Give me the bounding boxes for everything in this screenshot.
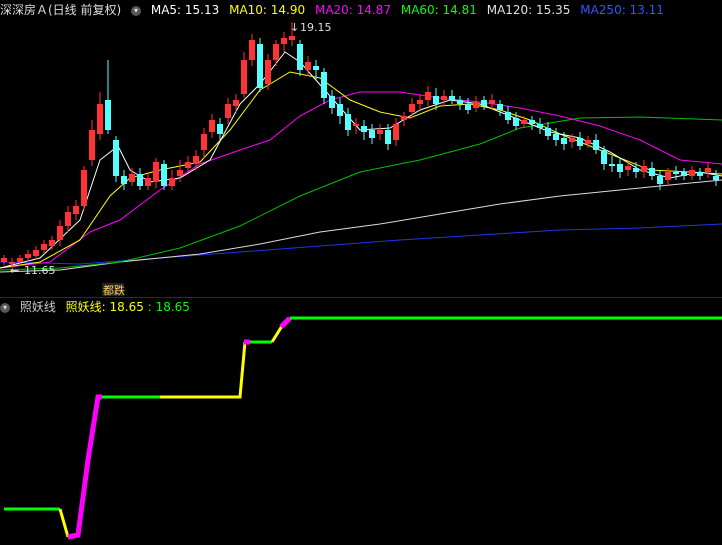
ma120-line <box>0 179 722 273</box>
candlestick <box>33 246 39 260</box>
indicator-line-magenta-3 <box>279 316 292 329</box>
candlestick <box>393 118 399 146</box>
candlestick <box>705 162 711 178</box>
candlestick <box>537 118 543 134</box>
candlestick <box>137 168 143 190</box>
candlestick <box>353 118 359 134</box>
candlestick <box>337 98 343 124</box>
kline-chart[interactable]: ↓ 19.15 ← 11.65 都跌 <box>0 0 722 545</box>
candlestick <box>545 122 551 140</box>
candlestick <box>377 124 383 140</box>
ma250-line <box>0 223 722 265</box>
candlestick <box>73 200 79 220</box>
candlestick <box>273 40 279 66</box>
candlestick <box>657 170 663 190</box>
candlestick <box>609 156 615 172</box>
candlestick <box>481 96 487 110</box>
candlestick <box>329 90 335 114</box>
candlestick <box>241 52 247 98</box>
candlestick <box>121 170 127 190</box>
candlestick <box>89 120 95 166</box>
candlestick <box>409 98 415 118</box>
indicator-line-yellow-1 <box>58 508 70 538</box>
candlestick <box>361 120 367 140</box>
low-arrow-icon: ← <box>10 264 19 277</box>
candlestick <box>169 170 175 190</box>
candlestick <box>505 106 511 124</box>
candlestick <box>201 128 207 158</box>
candlestick <box>689 166 695 180</box>
candlestick <box>225 98 231 124</box>
candlestick <box>49 236 55 250</box>
candlestick <box>297 40 303 76</box>
candlestick <box>185 156 191 172</box>
candlestick <box>81 166 87 210</box>
low-price-label: 11.65 <box>24 264 56 277</box>
candlestick <box>601 146 607 170</box>
candlestick <box>593 134 599 154</box>
high-price-label: 19.15 <box>300 21 332 34</box>
candlestick <box>473 96 479 112</box>
candlestick <box>265 54 271 90</box>
candlestick <box>321 68 327 104</box>
candlestick <box>1 255 7 265</box>
candlestick <box>249 34 255 66</box>
indicator-line-yellow-3 <box>270 325 284 343</box>
candlestick <box>233 94 239 112</box>
ma60-line <box>0 116 722 271</box>
indicator-line-magenta-1 <box>67 394 102 540</box>
candlestick <box>105 60 111 134</box>
candlestick <box>713 170 719 186</box>
candlestick <box>145 172 151 190</box>
candlestick <box>681 168 687 180</box>
candlestick <box>449 90 455 104</box>
candlestick <box>129 168 135 186</box>
candlestick <box>113 136 119 182</box>
signal-badge[interactable]: 都跌 <box>103 283 125 297</box>
candlestick <box>97 92 103 140</box>
candlestick <box>65 206 71 232</box>
candlestick <box>57 220 63 246</box>
high-arrow-icon: ↓ <box>290 21 299 34</box>
candlestick <box>633 162 639 178</box>
candlestick <box>673 166 679 180</box>
candlestick <box>457 96 463 110</box>
candlestick <box>697 168 703 180</box>
candlestick <box>417 94 423 110</box>
candlestick <box>577 132 583 150</box>
candlestick <box>529 116 535 130</box>
candlestick <box>161 160 167 190</box>
candlestick <box>369 124 375 144</box>
candlestick <box>401 112 407 126</box>
indicator-line-yellow-2 <box>160 341 247 399</box>
candlestick <box>281 32 287 52</box>
candlestick <box>209 114 215 138</box>
candlestick <box>425 86 431 106</box>
candlestick <box>641 160 647 178</box>
candlestick <box>441 90 447 106</box>
candlestick <box>497 100 503 116</box>
candlestick <box>617 158 623 178</box>
candlestick <box>345 108 351 136</box>
candlestick <box>257 38 263 92</box>
candlestick <box>649 162 655 180</box>
candlestick <box>153 158 159 188</box>
